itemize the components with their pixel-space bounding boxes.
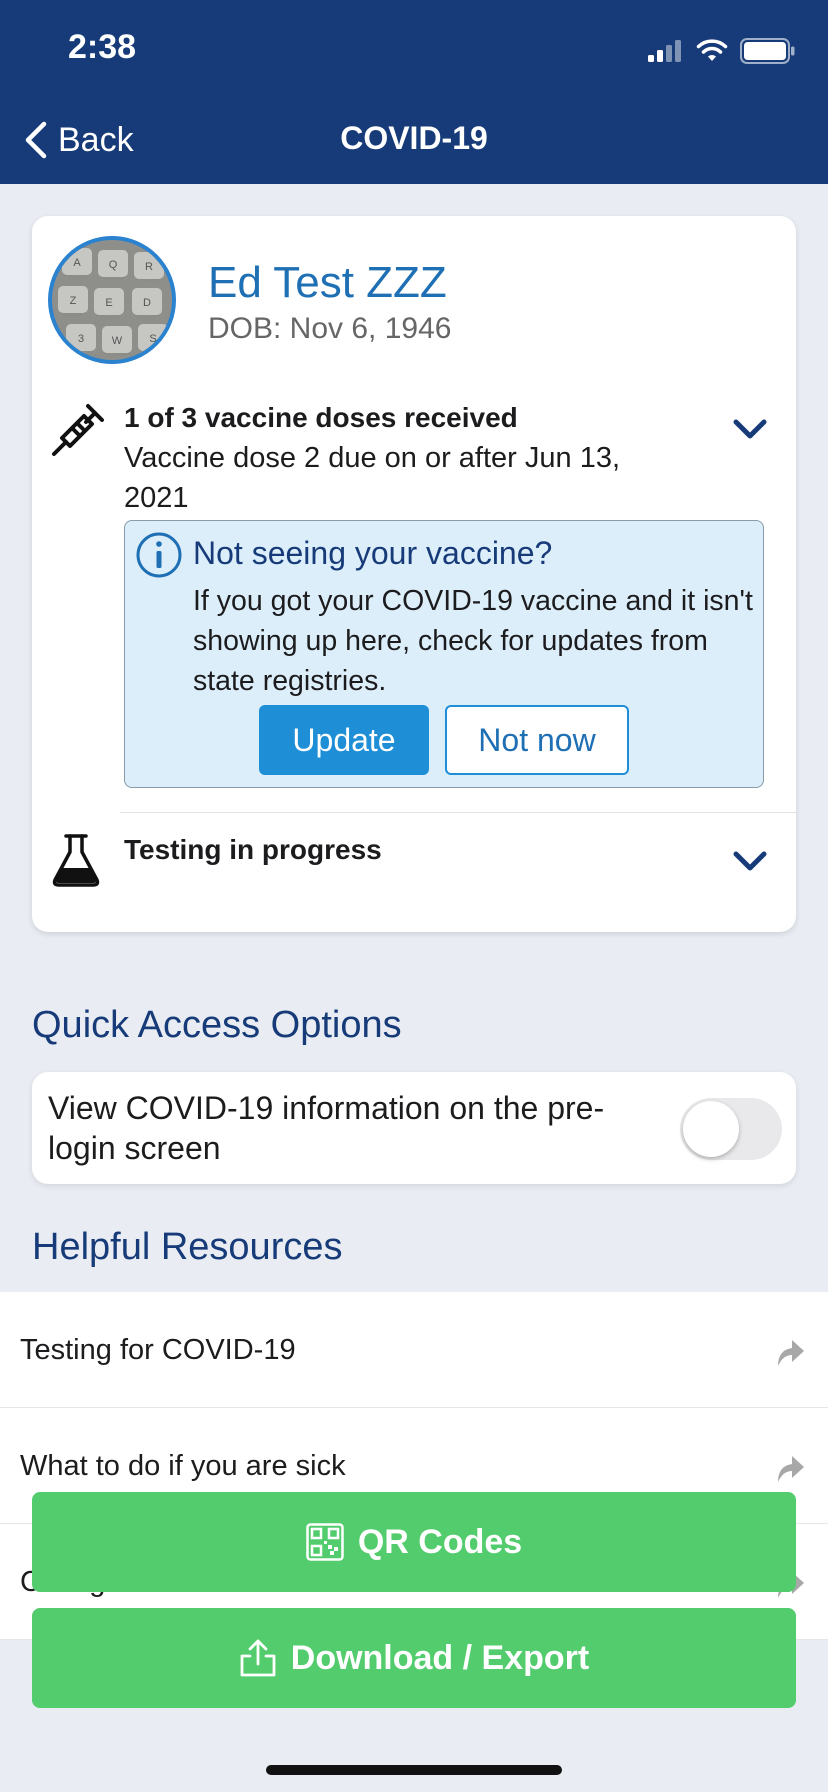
resource-item-testing[interactable]: Testing for COVID-19 bbox=[0, 1292, 828, 1408]
not-now-button[interactable]: Not now bbox=[445, 705, 629, 775]
vaccine-status-title: 1 of 3 vaccine doses received bbox=[124, 402, 518, 433]
download-export-button[interactable]: Download / Export bbox=[32, 1608, 796, 1708]
quick-access-heading: Quick Access Options bbox=[32, 1004, 402, 1046]
page-title: COVID-19 bbox=[340, 120, 488, 156]
patient-dob: DOB: Nov 6, 1946 bbox=[208, 312, 452, 345]
qr-codes-button[interactable]: QR Codes bbox=[32, 1492, 796, 1592]
resource-label: Testing for COVID-19 bbox=[20, 1334, 296, 1366]
vaccine-due-text: Vaccine dose 2 due on or after Jun 13, 2… bbox=[124, 442, 621, 514]
wifi-icon bbox=[696, 39, 728, 61]
pre-login-option-label: View COVID-19 information on the pre-log… bbox=[48, 1090, 605, 1166]
patient-card: A Q R Z E D 3 W S Ed Test ZZZ DOB: Nov 6… bbox=[32, 216, 796, 932]
divider bbox=[120, 812, 796, 813]
vaccine-expand-chevron-icon[interactable] bbox=[730, 414, 770, 444]
syringe-icon bbox=[52, 404, 104, 456]
patient-name: Ed Test ZZZ bbox=[208, 258, 447, 307]
quick-access-card: View COVID-19 information on the pre-log… bbox=[32, 1072, 796, 1184]
update-button[interactable]: Update bbox=[259, 705, 429, 775]
alert-title: Not seeing your vaccine? bbox=[193, 535, 553, 571]
share-arrow-icon bbox=[778, 1340, 804, 1366]
status-icons bbox=[648, 36, 796, 66]
vaccine-alert-box: Not seeing your vaccine? If you got your… bbox=[124, 520, 764, 788]
flask-icon bbox=[52, 834, 100, 887]
battery-icon bbox=[740, 38, 795, 64]
testing-expand-chevron-icon[interactable] bbox=[730, 846, 770, 876]
share-arrow-icon bbox=[778, 1456, 804, 1482]
pre-login-toggle[interactable] bbox=[680, 1098, 782, 1160]
avatar: A Q R Z E D 3 W S bbox=[48, 236, 176, 364]
home-indicator bbox=[266, 1765, 562, 1775]
qr-code-icon bbox=[306, 1523, 344, 1561]
qr-codes-label: QR Codes bbox=[357, 1522, 523, 1561]
resource-label: What to do if you are sick bbox=[20, 1450, 346, 1482]
helpful-resources-heading: Helpful Resources bbox=[32, 1226, 343, 1268]
signal-icon bbox=[648, 40, 681, 62]
top-navigation-bar: 2:38 Back COVID-19 bbox=[0, 0, 828, 184]
info-icon bbox=[136, 532, 182, 578]
upload-share-icon bbox=[240, 1639, 276, 1677]
toggle-knob bbox=[683, 1101, 739, 1157]
alert-body: If you got your COVID-19 vaccine and it … bbox=[193, 585, 753, 697]
status-time: 2:38 bbox=[68, 28, 137, 66]
testing-status-title: Testing in progress bbox=[124, 834, 382, 865]
download-export-label: Download / Export bbox=[290, 1638, 590, 1677]
